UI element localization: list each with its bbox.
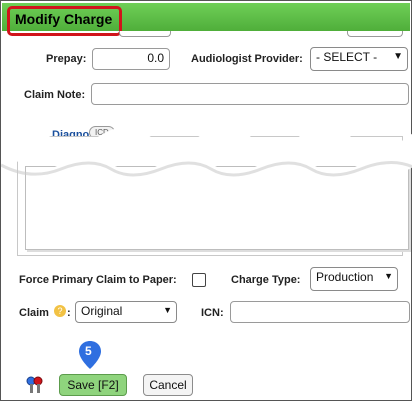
icn-label: ICN:	[201, 307, 224, 319]
torn-edge	[1, 123, 412, 177]
cancel-button[interactable]: Cancel	[143, 374, 193, 396]
charge-type-label: Charge Type:	[231, 274, 301, 286]
cut-off-field	[119, 31, 171, 37]
claim-note-input[interactable]	[91, 83, 409, 105]
prepay-value: 0.0	[147, 51, 164, 65]
force-primary-checkbox[interactable]	[192, 273, 206, 287]
keys-icon[interactable]	[24, 375, 46, 395]
claim-label: Claim	[19, 307, 49, 319]
provider-selected-value: - SELECT -	[316, 50, 378, 64]
charge-type-select[interactable]: Production ▼	[310, 267, 398, 291]
claim-select[interactable]: Original ▼	[75, 301, 177, 323]
charge-type-selected: Production	[316, 270, 374, 284]
cancel-button-label: Cancel	[149, 378, 187, 392]
claim-selected: Original	[81, 304, 123, 318]
chevron-down-icon: ▼	[163, 305, 172, 315]
chevron-down-icon: ▼	[393, 51, 403, 62]
help-icon[interactable]: ?	[54, 305, 66, 317]
prepay-input[interactable]: 0.0	[92, 48, 170, 70]
icn-input[interactable]	[230, 301, 410, 323]
claim-colon: :	[67, 307, 71, 319]
save-button[interactable]: Save [F2]	[59, 374, 127, 396]
force-primary-label: Force Primary Claim to Paper:	[19, 274, 177, 286]
chevron-down-icon: ▼	[384, 271, 393, 281]
audiologist-provider-label: Audiologist Provider:	[191, 53, 303, 65]
modify-charge-dialog: Modify Charge Prepay: 0.0 Audiologist Pr…	[0, 0, 412, 401]
prepay-label: Prepay:	[46, 53, 87, 65]
cut-off-field	[347, 31, 403, 37]
claim-note-label: Claim Note:	[24, 89, 86, 101]
audiologist-provider-select[interactable]: - SELECT - ▼	[310, 47, 408, 71]
step-number: 5	[85, 344, 92, 358]
save-button-label: Save [F2]	[67, 378, 119, 392]
title-highlight-box	[7, 6, 122, 36]
